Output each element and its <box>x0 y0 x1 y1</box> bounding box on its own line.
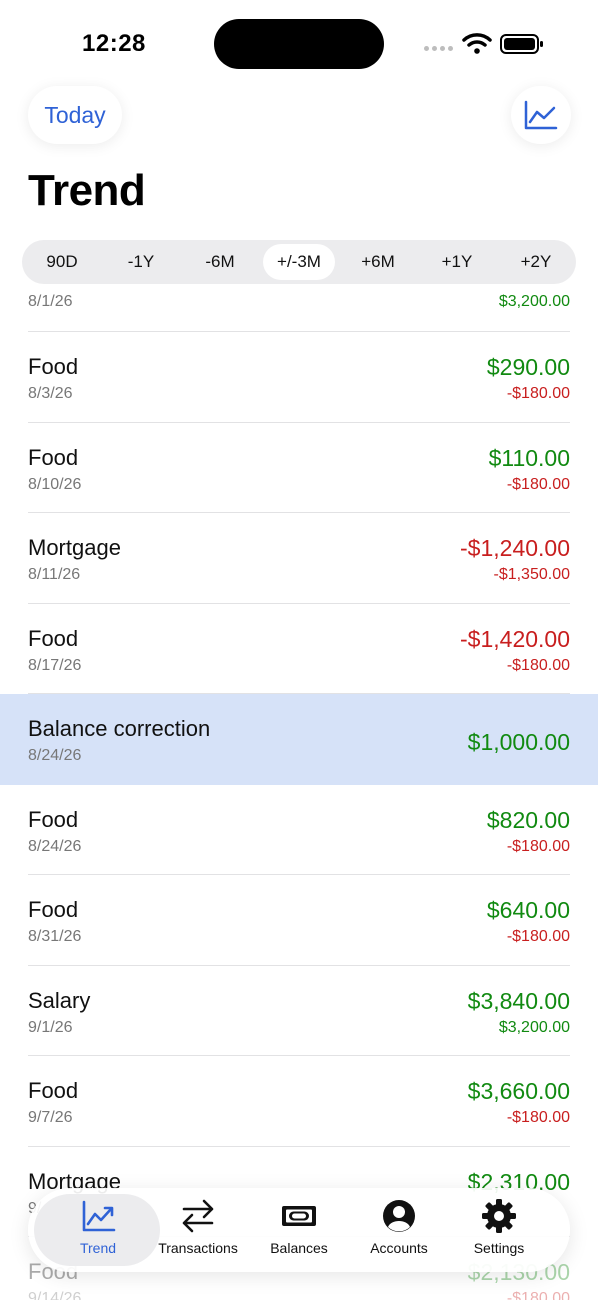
item-balance: -$1,420.00 <box>460 625 570 652</box>
item-amount: -$180.00 <box>506 1290 570 1300</box>
list-item[interactable]: Food 9/7/26 $3,660.00 -$180.00 <box>0 1056 598 1147</box>
wifi-icon <box>462 33 492 54</box>
item-date: 8/17/26 <box>28 656 82 674</box>
list-item[interactable]: Food 8/17/26 -$1,420.00 -$180.00 <box>0 604 598 694</box>
list-item[interactable]: Food 8/3/26 $290.00 -$180.00 <box>0 332 598 423</box>
list-item[interactable]: Food 8/31/26 $640.00 -$180.00 <box>0 875 598 966</box>
segment-90d[interactable]: 90D <box>26 244 98 280</box>
item-amount: -$180.00 <box>506 1109 570 1126</box>
item-name: Food <box>28 1078 79 1103</box>
list-item[interactable]: 8/1/26 $3,200.00 <box>0 284 598 332</box>
item-balance: $3,660.00 <box>467 1078 570 1104</box>
item-amount: -$1,350.00 <box>493 566 570 583</box>
item-amount: -$180.00 <box>506 837 570 855</box>
banknote-icon <box>282 1206 316 1226</box>
item-balance: $290.00 <box>486 354 570 380</box>
item-date: 8/24/26 <box>28 747 82 764</box>
item-balance: $1,000.00 <box>467 729 570 755</box>
item-amount: -$180.00 <box>506 385 570 402</box>
item-date: 9/7/26 <box>28 1109 73 1126</box>
trend-chart-icon <box>82 1200 116 1232</box>
tab-balances[interactable]: Balances <box>249 1198 349 1262</box>
person-circle-icon <box>383 1200 415 1232</box>
item-date: 8/10/26 <box>28 475 82 493</box>
item-balance: -$1,240.00 <box>460 535 570 561</box>
list-item-selected[interactable]: Balance correction 8/24/26 $1,000.00 <box>0 694 598 785</box>
item-date: 8/11/26 <box>28 566 81 583</box>
tab-label: Transactions <box>158 1240 238 1256</box>
item-amount: -$180.00 <box>506 928 570 945</box>
item-name: Salary <box>28 987 91 1013</box>
page-title: Trend <box>28 166 146 215</box>
item-balance: $820.00 <box>486 806 570 833</box>
tab-trend[interactable]: Trend <box>48 1198 148 1262</box>
tab-bar: Trend Transactions Balances Accounts Set… <box>28 1188 570 1272</box>
item-amount: $3,200.00 <box>498 1018 570 1036</box>
item-name: Food <box>28 354 79 379</box>
tab-transactions[interactable]: Transactions <box>148 1198 248 1262</box>
item-amount: -$180.00 <box>506 656 570 674</box>
item-name: Food <box>28 806 79 832</box>
arrows-swap-icon <box>182 1199 214 1233</box>
range-segmented-control: 90D -1Y -6M +/-3M +6M +1Y +2Y <box>22 240 576 284</box>
gear-icon <box>482 1199 516 1233</box>
cellular-signal-icon <box>424 46 453 51</box>
tab-label: Accounts <box>370 1240 428 1256</box>
segment-plus-6m[interactable]: +6M <box>342 244 414 280</box>
segment-plus-2y[interactable]: +2Y <box>500 244 572 280</box>
item-date: 8/31/26 <box>28 928 82 945</box>
line-chart-icon <box>524 100 558 130</box>
transaction-list: 8/1/26 $3,200.00 Food 8/3/26 $290.00 -$1… <box>0 284 598 1300</box>
dynamic-island <box>214 19 384 69</box>
item-name: Food <box>28 625 79 651</box>
item-name: Food <box>28 444 79 470</box>
item-name: Food <box>28 897 79 922</box>
item-balance: $640.00 <box>486 897 570 923</box>
item-name: Mortgage <box>28 535 121 560</box>
chart-button[interactable] <box>511 86 571 144</box>
item-name: Balance correction <box>28 716 211 741</box>
tab-label: Settings <box>473 1240 525 1256</box>
tab-label: Trend <box>79 1240 117 1256</box>
item-date: 9/14/26 <box>28 1290 82 1300</box>
today-button[interactable]: Today <box>28 86 122 144</box>
item-date: 8/3/26 <box>28 385 73 402</box>
item-date: 8/24/26 <box>28 837 82 855</box>
item-balance: $3,840.00 <box>467 987 570 1014</box>
item-balance: $110.00 <box>488 444 570 471</box>
segment-plus-1y[interactable]: +1Y <box>421 244 493 280</box>
segment-minus-1y[interactable]: -1Y <box>105 244 177 280</box>
today-button-label: Today <box>44 101 106 128</box>
tab-accounts[interactable]: Accounts <box>349 1198 449 1262</box>
list-item[interactable]: Mortgage 8/11/26 -$1,240.00 -$1,350.00 <box>0 513 598 604</box>
item-date: 9/1/26 <box>28 1018 73 1036</box>
item-amount: -$180.00 <box>506 475 570 493</box>
list-item[interactable]: Food 8/10/26 $110.00 -$180.00 <box>0 423 598 513</box>
battery-icon <box>500 34 543 54</box>
item-amount: $3,200.00 <box>498 293 570 310</box>
list-item[interactable]: Food 8/24/26 $820.00 -$180.00 <box>0 785 598 875</box>
segment-plus-minus-3m[interactable]: +/-3M <box>263 244 335 280</box>
segment-minus-6m[interactable]: -6M <box>184 244 256 280</box>
list-item[interactable]: Salary 9/1/26 $3,840.00 $3,200.00 <box>0 966 598 1056</box>
tab-settings[interactable]: Settings <box>449 1198 549 1262</box>
status-bar: 12:28 <box>0 0 598 80</box>
item-date: 8/1/26 <box>28 293 73 310</box>
tab-label: Balances <box>270 1240 328 1256</box>
status-time: 12:28 <box>82 30 146 57</box>
